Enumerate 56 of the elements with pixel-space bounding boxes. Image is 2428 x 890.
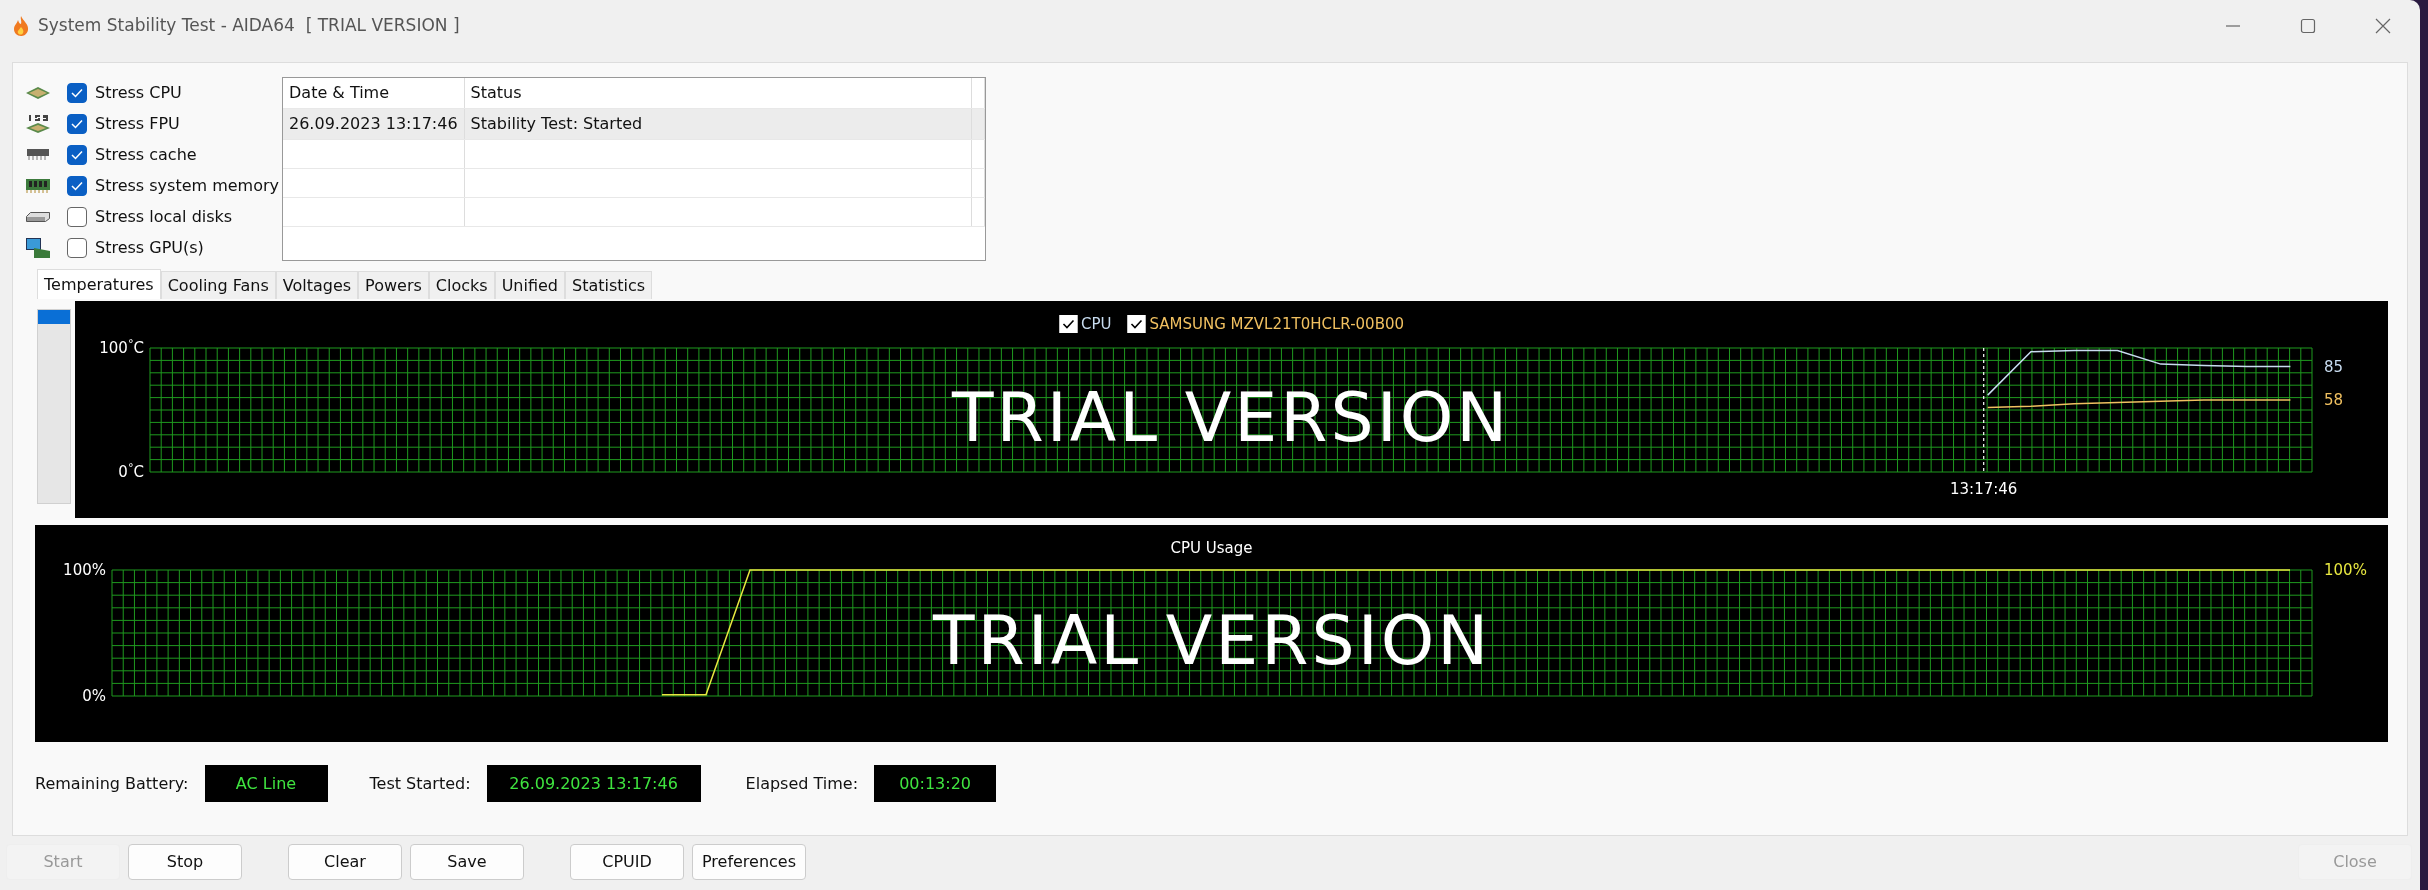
flame-icon [12,15,30,37]
stress-checkbox[interactable]: Stress system memory [67,173,280,198]
value-label: 85 [2324,356,2344,377]
checkmark-icon [71,149,83,160]
vertical-slider[interactable] [37,309,71,504]
chart-title: CPU Usage [1170,538,1253,559]
axis-tick-label: 0% [82,686,106,706]
chip-icon [27,149,49,160]
table-cell: Stability Test: Started [464,108,972,140]
tab[interactable]: Powers [358,271,429,299]
column-header: Status [464,78,972,109]
value-label: 58 [2324,390,2344,411]
checkmark-icon [1130,319,1143,330]
checkmark-icon [1062,319,1074,330]
chip-icon [26,86,50,99]
checkmark-icon [71,180,83,191]
checkmark-icon [71,118,83,129]
dialog-button[interactable]: Save [410,844,524,880]
memory-module-icon [26,178,50,193]
dialog-button[interactable]: Clear [288,844,402,880]
window-title: System Stability Test - AIDA64 [ TRIAL VERSION ] [38,14,460,38]
status-value: 26.09.2023 13:17:46 [486,765,701,802]
stress-checkbox[interactable]: Stress GPU(s) [67,235,204,260]
tab[interactable]: Unified [494,271,565,299]
column-header: Date & Time [283,78,465,109]
stress-checkbox[interactable]: Stress FPU [67,111,180,136]
time-label: 13:17:46 [1950,479,2018,500]
stress-checkbox[interactable]: Stress CPU [67,80,182,105]
stress-checkbox[interactable]: Stress cache [67,142,197,167]
stress-checkbox[interactable]: Stress local disks [67,204,233,229]
tab[interactable]: Voltages [275,271,359,299]
field-label: Test Started: [369,772,471,795]
close-icon[interactable] [2374,18,2391,34]
status-value: 00:13:20 [874,765,997,802]
tab[interactable]: Cooling Fans [160,271,276,299]
legend-checkbox[interactable]: CPU [1059,313,1112,336]
value-label: 100% [2324,560,2367,580]
axis-tick-label: 0$^{°}$C [118,462,144,482]
dialog-button[interactable]: CPUID [570,844,684,880]
chip-icon [26,113,50,134]
field-label: Remaining Battery: [35,772,189,795]
legend-checkbox[interactable]: SAMSUNG MZVL21T0HCLR-00B00 [1127,313,1404,336]
axis-tick-label: 100$^{°}$C [99,338,144,358]
status-value: AC Line [204,765,328,802]
field-label: Elapsed Time: [745,772,859,795]
tab[interactable]: Clocks [428,271,495,299]
maximize-icon[interactable] [2299,18,2316,34]
dialog-button[interactable]: Stop [128,844,242,880]
checkmark-icon [71,87,83,98]
table-cell: 26.09.2023 13:17:46 [283,108,465,140]
drive-icon [26,211,50,222]
tab[interactable]: Statistics [565,271,653,299]
tab[interactable]: Temperatures [37,269,161,299]
dialog-button[interactable]: Preferences [692,844,806,880]
axis-tick-label: 100% [63,560,106,580]
monitor-card-icon [26,237,50,258]
